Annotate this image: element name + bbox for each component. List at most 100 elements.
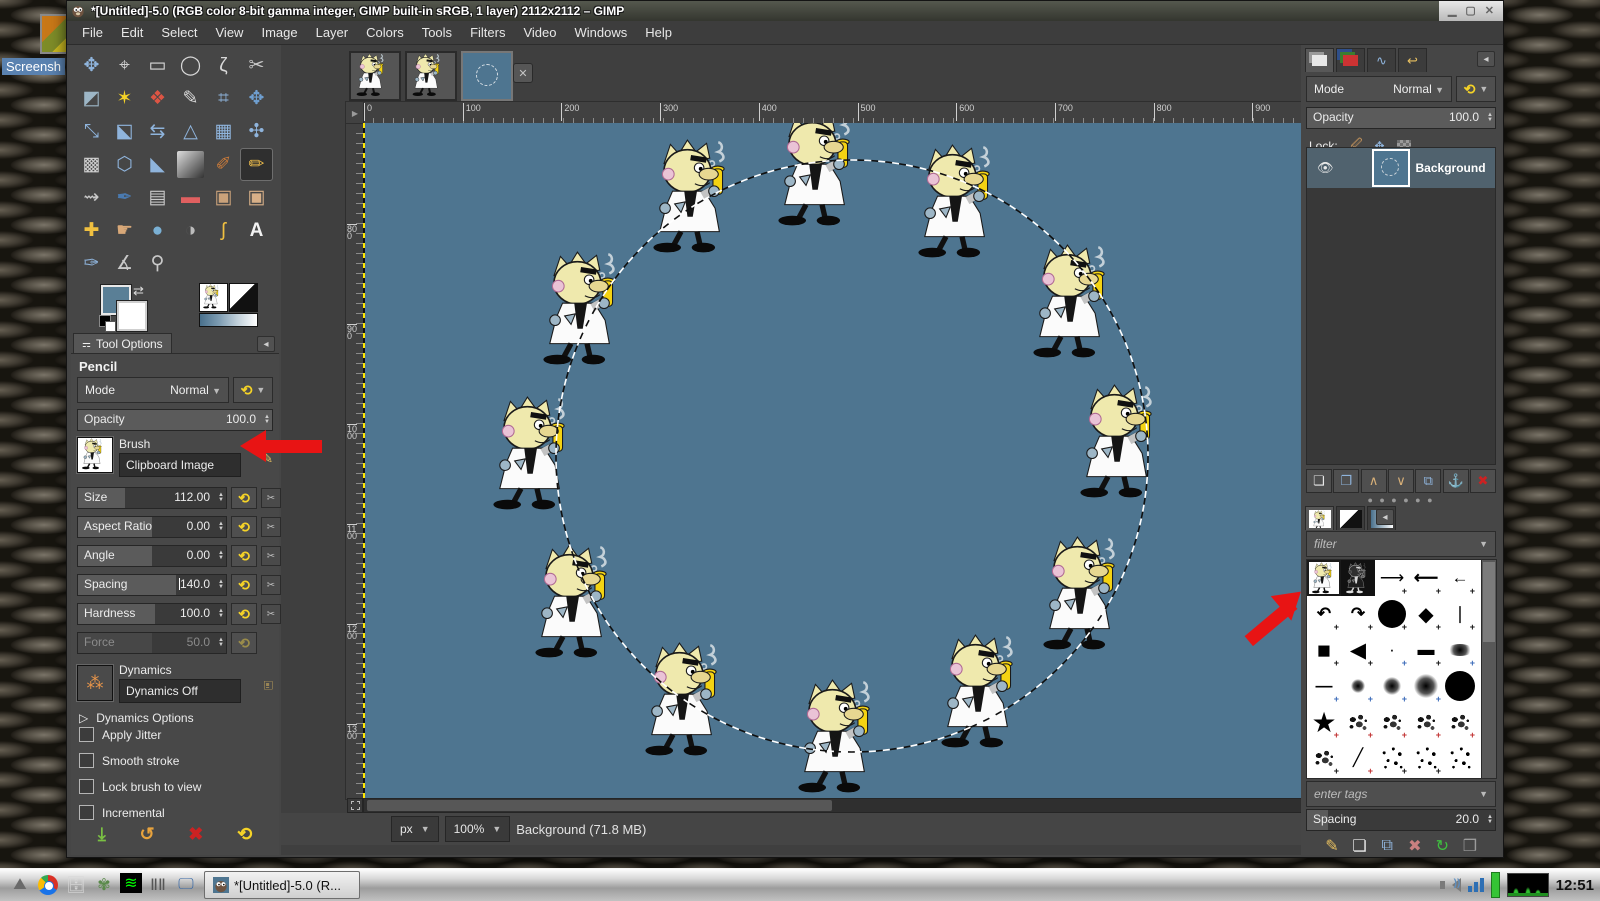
menu-layer[interactable]: Layer	[307, 23, 358, 42]
brush-item-clipboard-image[interactable]	[1307, 560, 1341, 596]
brush-item[interactable]: ★ +	[1307, 704, 1341, 740]
menu-select[interactable]: Select	[152, 23, 206, 42]
brush-item[interactable]: +	[1341, 668, 1375, 704]
eraser-tool-icon[interactable]: ▬	[175, 182, 206, 213]
checkbox-incremental[interactable]: Incremental	[79, 805, 165, 820]
cage-transform-tool-icon[interactable]: ⬡	[109, 149, 140, 180]
menu-tools[interactable]: Tools	[413, 23, 461, 42]
paint-mode-dropdown[interactable]: Mode Normal ▼	[77, 377, 229, 403]
anchor-layer-button[interactable]: ⚓	[1442, 469, 1469, 493]
brush-item[interactable]: ↷ +	[1341, 596, 1375, 632]
brush-item[interactable]	[1409, 776, 1443, 778]
reset-options-button[interactable]: ⟲	[237, 824, 252, 845]
vertical-ruler[interactable]: 800 900 1000 1100 1200 1300	[345, 123, 365, 800]
menu-image[interactable]: Image	[252, 23, 306, 42]
raise-layer-button[interactable]: ∧	[1360, 469, 1387, 493]
checkbox-lock-brush-to-view[interactable]: Lock brush to view	[79, 779, 201, 794]
duplicate-layer-button[interactable]: ⧉	[1415, 469, 1442, 493]
brush-item[interactable]	[1307, 776, 1341, 778]
active-gradient-preview[interactable]	[199, 313, 258, 327]
brush-item[interactable]: ↶ +	[1307, 596, 1341, 632]
heal-tool-icon[interactable]: ✚	[76, 215, 107, 246]
swap-colors-icon[interactable]: ⇄	[133, 283, 144, 299]
foreground-select-tool-icon[interactable]: ◩	[76, 83, 107, 114]
new-brush-button[interactable]: ❏	[1348, 835, 1372, 857]
window-titlebar[interactable]: *[Untitled]-5.0 (RGB color 8-bit gamma i…	[67, 1, 1503, 21]
menu-video[interactable]: Video	[514, 23, 565, 42]
zoom-dropdown[interactable]: 100% ▼	[444, 816, 511, 842]
brush-item[interactable]: — +	[1307, 668, 1341, 704]
delete-options-button[interactable]: ✖	[188, 824, 203, 845]
edit-brush-button[interactable]: ✎	[1320, 835, 1344, 857]
image-canvas[interactable]	[363, 123, 1350, 798]
brush-item[interactable]: +	[1375, 596, 1409, 632]
horizontal-ruler[interactable]: 0 100 200 300 400 500 600 700 800 900	[363, 101, 1352, 125]
brush-filter-input[interactable]: filter ▼	[1306, 531, 1496, 557]
brush-name-field[interactable]: Clipboard Image	[119, 453, 241, 477]
default-colors-icon[interactable]	[99, 315, 116, 332]
brush-item[interactable]: ← +	[1443, 560, 1477, 596]
gradient-tool-icon[interactable]	[177, 151, 204, 178]
size-reset-button[interactable]: ⟲	[231, 487, 257, 509]
active-pattern-preview[interactable]	[229, 283, 258, 312]
brush-item[interactable]: +	[1409, 704, 1443, 740]
force-reset-button[interactable]: ⟲	[231, 632, 257, 654]
aspect-ratio-slider[interactable]: Aspect Ratio 0.00 ▲ ▼	[77, 516, 227, 538]
dynamics-field[interactable]: Dynamics Off	[119, 679, 241, 703]
aspect-ratio-reset-button[interactable]: ⟲	[231, 516, 257, 538]
brush-item[interactable]: +	[1409, 668, 1443, 704]
flip-tool-icon[interactable]: ⇆	[142, 116, 173, 147]
desktop-icon-label[interactable]: Screensh	[2, 58, 65, 75]
display-icon[interactable]: 🖵	[174, 873, 198, 897]
chrome-icon[interactable]	[36, 873, 60, 897]
refresh-brushes-button[interactable]: ↻	[1430, 835, 1454, 857]
restore-options-button[interactable]: ↺	[140, 824, 155, 845]
brush-item[interactable]: ╱ +	[1341, 740, 1375, 776]
maximize-button[interactable]: ▢	[1465, 6, 1475, 17]
brush-item[interactable]: +	[1375, 704, 1409, 740]
edit-dynamics-icon[interactable]: 🗉	[263, 677, 273, 699]
menu-help[interactable]: Help	[636, 23, 681, 42]
size-link-icon[interactable]: ✂	[261, 488, 281, 508]
brush-item[interactable]: +	[1409, 740, 1443, 776]
angle-reset-button[interactable]: ⟲	[231, 545, 257, 567]
panel-collapse-icon[interactable]: ◂	[1376, 509, 1394, 525]
handle-transform-tool-icon[interactable]: ✣	[241, 116, 272, 147]
layer-thumbnail[interactable]	[1371, 149, 1410, 187]
taskbar-window-button[interactable]: *[Untitled]-5.0 (R...	[204, 871, 360, 899]
quickmask-toggle[interactable]	[347, 798, 363, 813]
layer-mode-dropdown[interactable]: Mode Normal ▼	[1306, 76, 1452, 102]
zoom-tool-icon[interactable]: ⚲	[142, 248, 173, 279]
knife-tool-icon[interactable]: ✎	[175, 83, 206, 114]
menu-filters[interactable]: Filters	[461, 23, 514, 42]
spacing-link-icon[interactable]: ✂	[261, 575, 281, 595]
brush-item[interactable]: ⟶ +	[1375, 560, 1409, 596]
smudge-tool-icon[interactable]: ☛	[109, 215, 140, 246]
image-tab-1[interactable]	[349, 51, 401, 101]
perspective-clone-tool-icon[interactable]: ▣	[241, 182, 272, 213]
select-by-color-tool-icon[interactable]: ❖	[142, 83, 173, 114]
brush-grid-scrollbar[interactable]	[1481, 559, 1497, 779]
hardness-reset-button[interactable]: ⟲	[231, 603, 257, 625]
brush-item[interactable]: +	[1443, 632, 1477, 668]
ruler-origin-button[interactable]: ▶	[345, 101, 365, 125]
menu-view[interactable]: View	[207, 23, 253, 42]
rectangle-select-tool-icon[interactable]: ▭	[142, 50, 173, 81]
layer-visibility-eye-icon[interactable]: 👁	[1317, 160, 1334, 176]
paintbrush-tool-icon[interactable]: ✐	[208, 149, 239, 180]
hardness-link-icon[interactable]: ✂	[261, 604, 281, 624]
airbrush-tool-icon[interactable]: ⇝	[76, 182, 107, 213]
free-select-tool-icon[interactable]: ζ	[208, 50, 239, 81]
background-color-swatch[interactable]	[116, 300, 148, 332]
tab-undo-history[interactable]: ↩	[1398, 48, 1427, 72]
delete-brush-button[interactable]: ✖	[1403, 835, 1427, 857]
menu-colors[interactable]: Colors	[357, 23, 413, 42]
move-tool-icon[interactable]: ✥	[76, 50, 107, 81]
tab-layers[interactable]	[1305, 48, 1334, 72]
brush-item[interactable]: ◆ +	[1409, 596, 1443, 632]
brush-item[interactable]	[1375, 776, 1409, 778]
brush-item[interactable]: +	[1341, 704, 1375, 740]
brush-item[interactable]: +	[1443, 704, 1477, 740]
panel-collapse-icon[interactable]: ◂	[1477, 51, 1495, 67]
lower-layer-button[interactable]: ∨	[1387, 469, 1414, 493]
